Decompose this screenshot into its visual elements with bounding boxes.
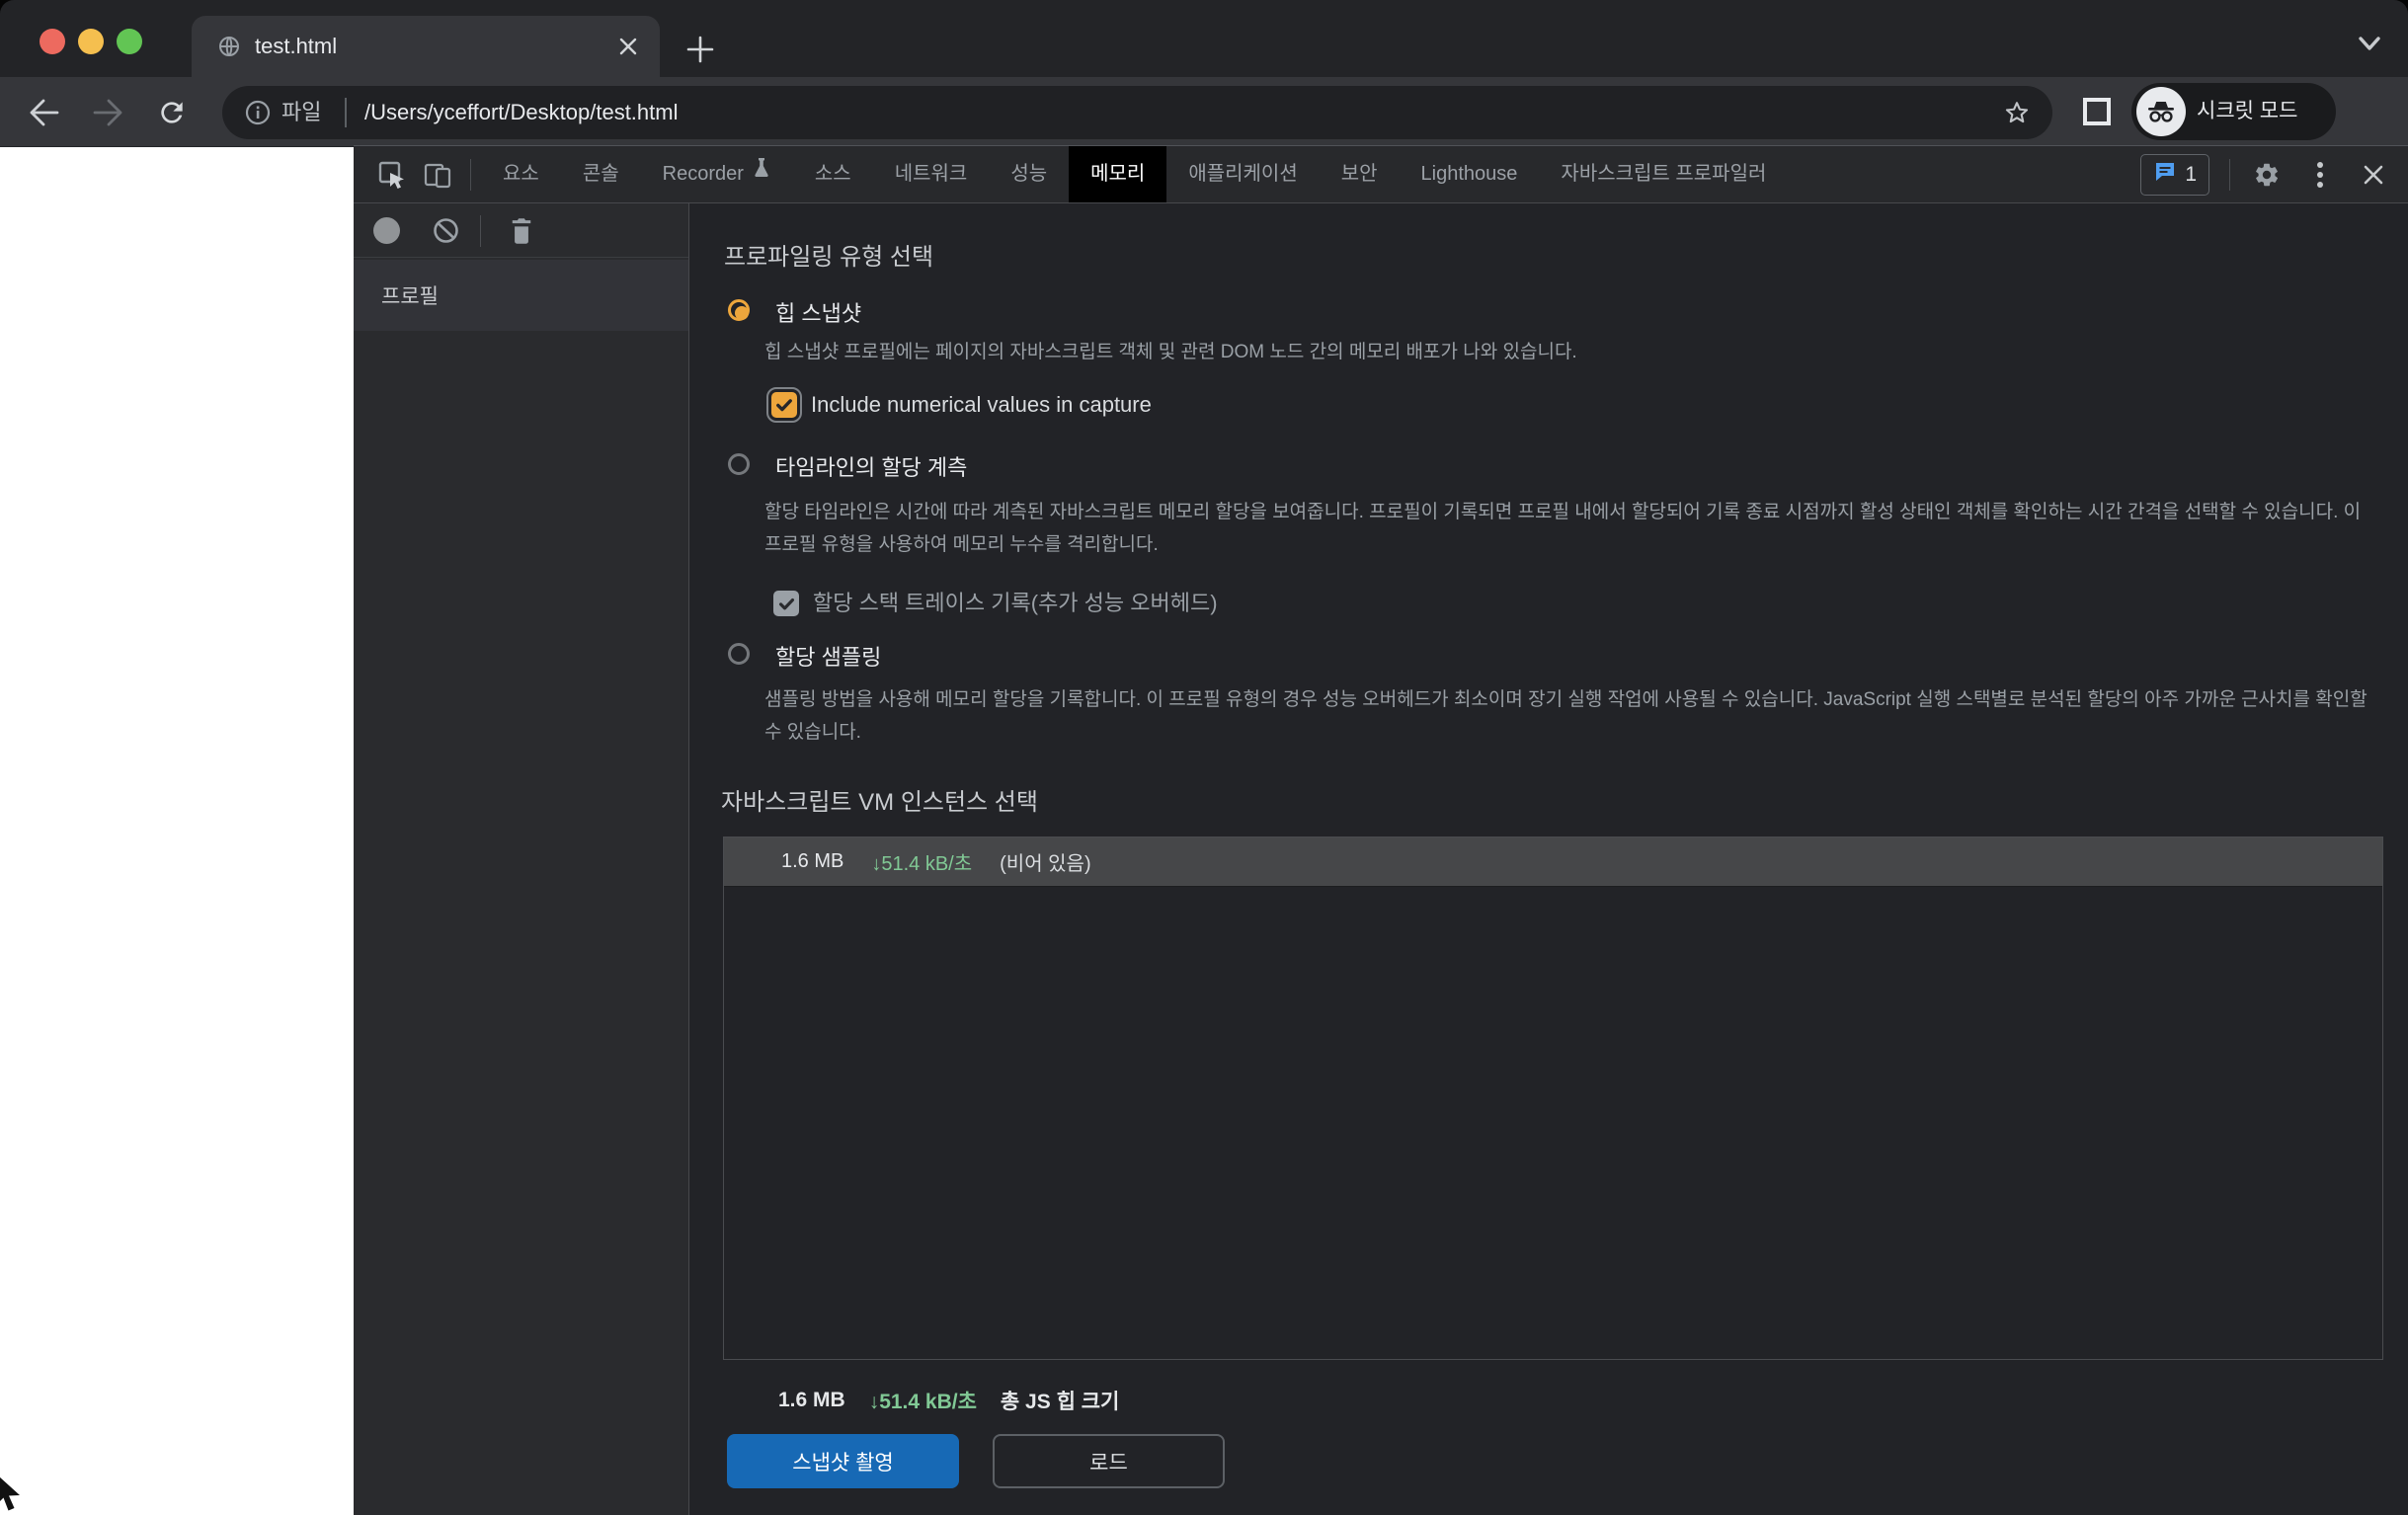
tab-title: test.html (255, 34, 338, 58)
devtools-tab-memory[interactable]: 메모리 (1069, 146, 1167, 202)
vm-heap-size: 1.6 MB (781, 850, 844, 872)
url-text[interactable]: /Users/yceffort/Desktop/test.html (364, 86, 678, 139)
take-snapshot-button[interactable]: 스냅샷 촬영 (727, 1434, 959, 1488)
devtools-sidebar: 프로필 (354, 203, 689, 1515)
page-content (0, 147, 354, 1515)
minimize-window-button[interactable] (78, 29, 104, 54)
total-change-rate: ↓51.4 kB/초 (868, 1391, 977, 1413)
devtools-close-icon[interactable] (2357, 158, 2390, 192)
down-arrow-icon: ↓ (868, 1391, 880, 1413)
delete-profile-icon[interactable] (508, 216, 535, 246)
incognito-label: 시크릿 모드 (2197, 100, 2298, 122)
screen: test.html 파일 /Users/yceffort/Desktop/tes… (0, 0, 2408, 1515)
devtools-tab-network[interactable]: 네트워크 (873, 146, 990, 202)
browser-toolbar: 파일 /Users/yceffort/Desktop/test.html 시크릿… (0, 77, 2408, 147)
toolbar-divider (470, 158, 471, 191)
inspect-element-icon[interactable] (375, 158, 409, 192)
load-button[interactable]: 로드 (993, 1434, 1225, 1488)
radio-allocation-sampling[interactable] (728, 643, 750, 665)
radio-allocation-timeline-label[interactable]: 타임라인의 할당 계측 (775, 454, 967, 482)
reload-button[interactable] (156, 97, 190, 128)
info-icon[interactable] (244, 99, 272, 126)
radio-allocation-sampling-label[interactable]: 할당 샘플링 (775, 644, 881, 672)
radio-heap-snapshot[interactable] (728, 299, 750, 321)
devtools-menu-icon[interactable] (2303, 158, 2337, 192)
sidebar-item-profiles[interactable]: 프로필 (354, 260, 688, 331)
record-profile-button[interactable] (373, 217, 400, 244)
url-scheme-label: 파일 (281, 100, 322, 124)
devtools-tab-lighthouse[interactable]: Lighthouse (1400, 146, 1540, 202)
profiles-header-label: 프로필 (381, 285, 439, 308)
radio-heap-snapshot-label[interactable]: 힙 스냅샷 (775, 300, 861, 328)
devtools-tab-js-profiler[interactable]: 자바스크립트 프로파일러 (1539, 146, 1788, 202)
total-heap-size-row: 1.6 MB ↓51.4 kB/초 총 JS 힙 크기 (778, 1386, 1119, 1415)
mouse-cursor (0, 1474, 28, 1515)
clear-profiles-icon[interactable] (433, 217, 459, 244)
browser-menu-icon[interactable] (2365, 96, 2372, 129)
devtools-panel: 요소 콘솔 Recorder 소스 네트워크 성능 메모리 애플리케이션 보안 … (354, 145, 2408, 1515)
browser-tab-strip: test.html (0, 0, 2408, 77)
heap-snapshot-description: 힙 스냅샷 프로필에는 페이지의 자바스크립트 객체 및 관련 DOM 노드 간… (764, 342, 1577, 362)
checkbox-include-numerical[interactable] (766, 387, 802, 423)
profiling-type-heading: 프로파일링 유형 선택 (724, 244, 934, 271)
browser-tab[interactable]: test.html (192, 16, 660, 77)
address-bar[interactable]: 파일 /Users/yceffort/Desktop/test.html (222, 86, 2052, 139)
total-heap-size: 1.6 MB (778, 1389, 845, 1411)
checkbox-stack-traces-label[interactable]: 할당 스택 트레이스 기록(추가 성능 오버헤드) (813, 590, 1218, 617)
vm-instance-row[interactable]: 1.6 MB ↓51.4 kB/초 (비어 있음) (724, 837, 2382, 887)
devtools-tab-security[interactable]: 보안 (1320, 146, 1400, 202)
toolbar-divider (2229, 158, 2230, 191)
memory-panel: 프로파일링 유형 선택 힙 스냅샷 힙 스냅샷 프로필에는 페이지의 자바스크립… (690, 203, 2408, 1515)
settings-gear-icon[interactable] (2250, 158, 2284, 192)
issues-count: 1 (2185, 162, 2197, 186)
devtools-tab-bar: 요소 콘솔 Recorder 소스 네트워크 성능 메모리 애플리케이션 보안 … (354, 145, 2408, 203)
device-toolbar-icon[interactable] (421, 158, 454, 192)
devtools-tab-elements[interactable]: 요소 (481, 146, 561, 202)
allocation-sampling-description: 샘플링 방법을 사용해 메모리 할당을 기록합니다. 이 프로필 유형의 경우 … (764, 689, 2368, 743)
vm-instance-state: (비어 있음) (1000, 853, 1091, 875)
fullscreen-window-button[interactable] (117, 29, 142, 54)
tab-close-icon[interactable] (616, 35, 640, 58)
vm-change-rate: ↓51.4 kB/초 (871, 853, 973, 875)
devtools-tab-performance[interactable]: 성능 (989, 146, 1069, 202)
forward-button[interactable] (91, 97, 124, 128)
down-arrow-icon: ↓ (871, 853, 882, 875)
incognito-icon (2136, 87, 2186, 136)
back-button[interactable] (28, 97, 61, 128)
vm-instances-heading: 자바스크립트 VM 인스턴스 선택 (721, 789, 1038, 816)
close-window-button[interactable] (40, 29, 65, 54)
checkbox-include-numerical-label[interactable]: Include numerical values in capture (811, 391, 1152, 419)
devtools-tab-console[interactable]: 콘솔 (561, 146, 641, 202)
devtools-tab-application[interactable]: 애플리케이션 (1166, 146, 1319, 202)
incognito-badge: 시크릿 모드 (2131, 83, 2336, 140)
allocation-timeline-description: 할당 타임라인은 시간에 따라 계측된 자바스크립트 메모리 할당을 보여줍니다… (764, 502, 2362, 555)
globe-icon (217, 35, 241, 58)
new-tab-button[interactable] (683, 33, 717, 66)
flask-icon (752, 146, 771, 202)
issues-counter[interactable]: 1 (2140, 153, 2209, 196)
bookmark-star-icon[interactable] (2003, 99, 2031, 126)
toolbar-divider (480, 215, 481, 247)
checkbox-stack-traces[interactable] (773, 591, 799, 616)
side-panel-icon[interactable] (2080, 95, 2114, 128)
issues-icon (2153, 160, 2177, 189)
radio-allocation-timeline[interactable] (728, 453, 750, 475)
devtools-tab-recorder[interactable]: Recorder (641, 146, 793, 202)
vm-instances-table: 1.6 MB ↓51.4 kB/초 (비어 있음) (723, 837, 2383, 1360)
tab-search-chevron-icon[interactable] (2355, 34, 2384, 55)
url-separator (345, 98, 347, 127)
devtools-tab-sources[interactable]: 소스 (793, 146, 873, 202)
profiles-toolbar (354, 203, 688, 258)
total-heap-size-label: 총 JS 힙 크기 (1000, 1391, 1120, 1413)
